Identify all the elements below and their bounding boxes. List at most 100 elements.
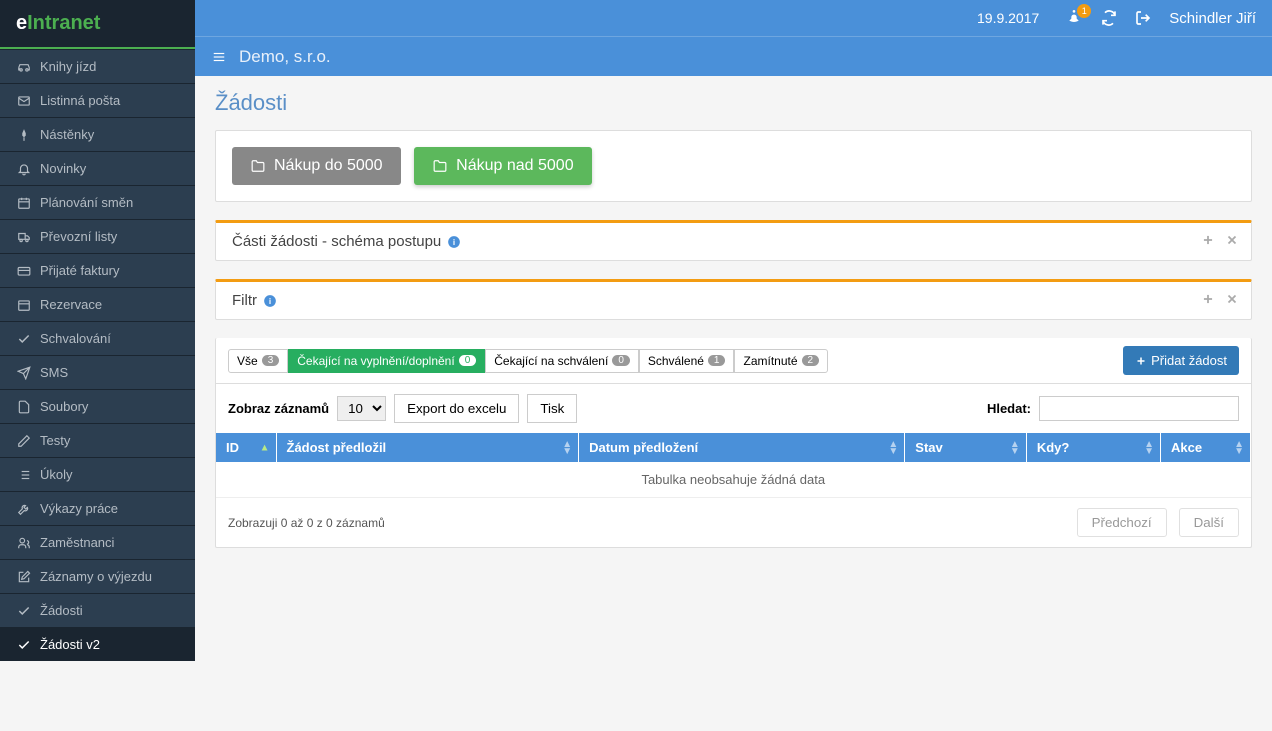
close-icon[interactable]: [1225, 233, 1239, 247]
export-button[interactable]: Export do excelu: [394, 394, 519, 423]
col-date[interactable]: Datum předložení▲▼: [579, 433, 905, 462]
page-size-select[interactable]: 10: [337, 396, 386, 421]
sidebar-item-schvalování[interactable]: Schvalování: [0, 321, 195, 355]
calendar-icon: [16, 196, 32, 210]
folder-button-low[interactable]: Nákup do 5000: [232, 147, 401, 185]
sidebar-item-label: Nástěnky: [40, 127, 94, 142]
sidebar-item-žádosti-v2[interactable]: Žádosti v2: [0, 627, 195, 661]
info-icon[interactable]: i: [263, 294, 277, 308]
topbar: 19.9.2017 1 Schindler Jiří: [195, 0, 1272, 36]
calendar2-icon: [16, 298, 32, 312]
sidebar-item-testy[interactable]: Testy: [0, 423, 195, 457]
notifications-icon[interactable]: 1: [1065, 10, 1083, 26]
sidebar-item-novinky[interactable]: Novinky: [0, 151, 195, 185]
col-action[interactable]: Akce▲▼: [1161, 433, 1251, 462]
pin-icon: [16, 128, 32, 142]
show-records-label: Zobraz záznamů: [228, 401, 329, 416]
sidebar-item-výkazy-práce[interactable]: Výkazy práce: [0, 491, 195, 525]
username[interactable]: Schindler Jiří: [1169, 10, 1256, 27]
sidebar-item-label: Plánování směn: [40, 195, 133, 210]
filter-panel-title: Filtr: [232, 292, 257, 309]
plus-icon: [1135, 355, 1147, 367]
tab-all[interactable]: Vše3: [228, 349, 288, 373]
sidebar-item-label: Testy: [40, 433, 70, 448]
add-request-button[interactable]: Přidat žádost: [1123, 346, 1239, 375]
next-button[interactable]: Další: [1179, 508, 1239, 537]
tab-pending-fill[interactable]: Čekající na vyplnění/doplnění0: [288, 349, 485, 373]
sidebar-item-zaměstnanci[interactable]: Zaměstnanci: [0, 525, 195, 559]
sidebar-item-převozní-listy[interactable]: Převozní listy: [0, 219, 195, 253]
expand-icon[interactable]: [1201, 292, 1215, 306]
sidebar-item-label: Knihy jízd: [40, 59, 96, 74]
sidebar-item-label: Žádosti: [40, 603, 83, 618]
col-status[interactable]: Stav▲▼: [905, 433, 1027, 462]
sidebar-item-label: Žádosti v2: [40, 637, 100, 652]
sidebar-item-label: Převozní listy: [40, 229, 117, 244]
sidebar-item-přijaté-faktury[interactable]: Přijaté faktury: [0, 253, 195, 287]
refresh-icon[interactable]: [1101, 10, 1117, 26]
menu-toggle-icon[interactable]: [211, 50, 227, 64]
send-icon: [16, 366, 32, 380]
check-icon: [16, 604, 32, 618]
list-icon: [16, 468, 32, 482]
users-icon: [16, 536, 32, 550]
sidebar-item-label: Zaměstnanci: [40, 535, 114, 550]
schema-panel: Části žádosti - schéma postupu i: [215, 220, 1252, 261]
notification-badge: 1: [1077, 4, 1091, 18]
sidebar-item-label: Úkoly: [40, 467, 73, 482]
tab-rejected[interactable]: Zamítnuté2: [734, 349, 828, 373]
col-submitted-by[interactable]: Žádost předložil▲▼: [276, 433, 579, 462]
sidebar-item-label: Přijaté faktury: [40, 263, 119, 278]
sidebar-item-soubory[interactable]: Soubory: [0, 389, 195, 423]
creditcard-icon: [16, 264, 32, 278]
sidebar-item-label: Výkazy práce: [40, 501, 118, 516]
topbar-date: 19.9.2017: [977, 10, 1039, 26]
sidebar-item-label: Schvalování: [40, 331, 111, 346]
sidebar-item-sms[interactable]: SMS: [0, 355, 195, 389]
logo-text: Intranet: [27, 12, 100, 34]
sidebar-item-label: Listinná pošta: [40, 93, 120, 108]
close-icon[interactable]: [1225, 292, 1239, 306]
folder-button-high[interactable]: Nákup nad 5000: [414, 147, 591, 185]
logout-icon[interactable]: [1135, 10, 1151, 26]
sidebar-item-label: Záznamy o výjezdu: [40, 569, 152, 584]
sidebar-item-nástěnky[interactable]: Nástěnky: [0, 117, 195, 151]
sidebar-item-label: Rezervace: [40, 297, 102, 312]
data-table: ID▲ Žádost předložil▲▼ Datum předložení▲…: [216, 433, 1251, 498]
prev-button[interactable]: Předchozí: [1077, 508, 1167, 537]
table-panel: Vše3 Čekající na vyplnění/doplnění0 Čeka…: [215, 338, 1252, 548]
tab-approved[interactable]: Schválené1: [639, 349, 735, 373]
sidebar: eIntranet Knihy jízd Listinná pošta Nástěn…: [0, 0, 195, 661]
file-icon: [16, 400, 32, 414]
folder-low-label: Nákup do 5000: [274, 157, 383, 175]
expand-icon[interactable]: [1201, 233, 1215, 247]
sidebar-item-rezervace[interactable]: Rezervace: [0, 287, 195, 321]
page-title: Žádosti: [215, 90, 1252, 116]
svg-text:i: i: [269, 296, 271, 305]
sidebar-menu: Knihy jízd Listinná pošta Nástěnky Novinky P…: [0, 49, 195, 661]
col-id[interactable]: ID▲: [216, 433, 276, 462]
info-icon[interactable]: i: [447, 235, 461, 249]
folder-icon: [250, 159, 266, 173]
tab-pending-approve[interactable]: Čekající na schválení0: [485, 349, 639, 373]
col-when[interactable]: Kdy?▲▼: [1026, 433, 1160, 462]
folder-icon: [432, 159, 448, 173]
svg-text:i: i: [453, 237, 455, 246]
sidebar-item-záznamy-o-výjezdu[interactable]: Záznamy o výjezdu: [0, 559, 195, 593]
search-label: Hledat:: [987, 401, 1031, 416]
folder-high-label: Nákup nad 5000: [456, 157, 573, 175]
sidebar-item-label: Novinky: [40, 161, 86, 176]
sidebar-item-žádosti[interactable]: Žádosti: [0, 593, 195, 627]
pencil-icon: [16, 434, 32, 448]
app-logo[interactable]: eIntranet: [0, 0, 195, 49]
subbar: Demo, s.r.o.: [195, 36, 1272, 76]
search-input[interactable]: [1039, 396, 1239, 421]
sidebar-item-listinná-pošta[interactable]: Listinná pošta: [0, 83, 195, 117]
print-button[interactable]: Tisk: [527, 394, 577, 423]
filter-panel: Filtr i: [215, 279, 1252, 320]
sidebar-item-knihy-jízd[interactable]: Knihy jízd: [0, 49, 195, 83]
sidebar-item-plánování-směn[interactable]: Plánování směn: [0, 185, 195, 219]
bell-icon: [16, 162, 32, 176]
company-name[interactable]: Demo, s.r.o.: [239, 47, 331, 67]
sidebar-item-úkoly[interactable]: Úkoly: [0, 457, 195, 491]
